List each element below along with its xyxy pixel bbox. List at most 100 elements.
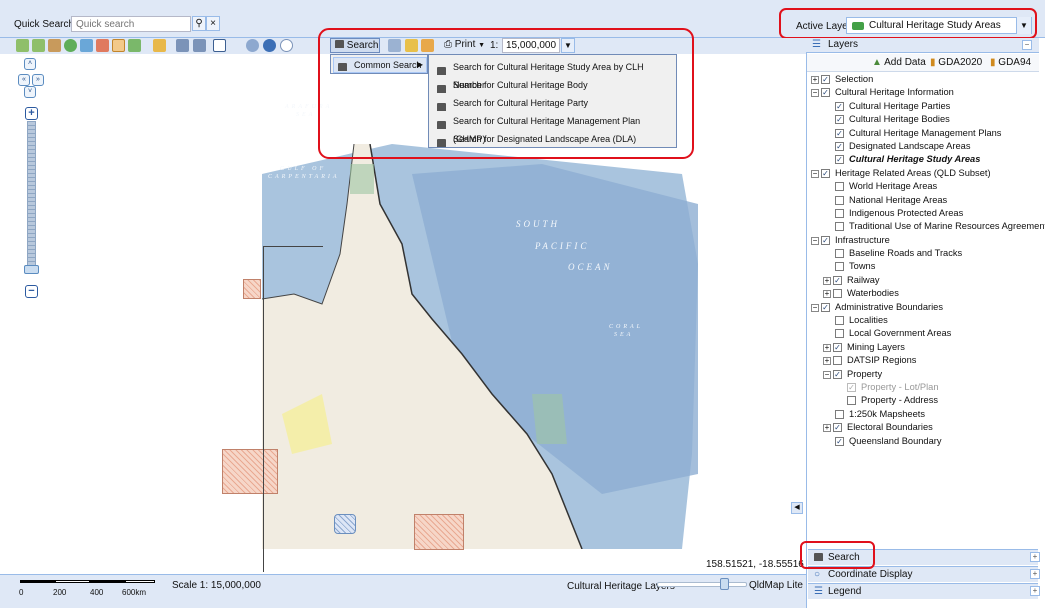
quick-search-go-button[interactable]: ⚲ — [192, 16, 206, 31]
layer-tree-row[interactable]: + ✓ Electoral Boundaries — [811, 421, 1037, 434]
collapse-icon[interactable]: − — [811, 303, 819, 312]
layer-checkbox[interactable] — [835, 222, 844, 232]
layer-tree-row[interactable]: ✓ Cultural Heritage Bodies — [811, 113, 1037, 126]
zoom-slider[interactable] — [27, 121, 36, 273]
layer-tree-row[interactable]: + DATSIP Regions — [811, 354, 1037, 367]
layer-tree-row[interactable]: − ✓ Administrative Boundaries — [811, 301, 1037, 314]
layer-tree-row[interactable]: − ✓ Property — [811, 368, 1037, 381]
expand-icon[interactable]: + — [1030, 569, 1040, 579]
back-arrow-icon[interactable] — [16, 39, 29, 52]
zoom-out-button[interactable]: − — [25, 285, 38, 298]
layer-tree-row[interactable]: Indigenous Protected Areas — [811, 207, 1037, 220]
collapse-icon[interactable]: − — [811, 169, 819, 178]
pan-hand-icon[interactable] — [112, 39, 125, 52]
layer-checkbox[interactable]: ✓ — [835, 436, 844, 446]
add-data-button[interactable]: ▲ Add Data — [872, 57, 926, 68]
collapse-icon[interactable]: − — [811, 89, 819, 98]
layer-checkbox[interactable]: ✓ — [833, 342, 842, 352]
expand-icon[interactable]: + — [1030, 552, 1040, 562]
quick-search-clear-button[interactable]: × — [206, 16, 220, 31]
layer-checkbox[interactable]: ✓ — [833, 369, 842, 379]
opacity-slider[interactable] — [657, 582, 747, 587]
select-tool-icon[interactable] — [176, 39, 189, 52]
layer-checkbox[interactable]: ✓ — [835, 155, 844, 165]
layer-checkbox[interactable]: ✓ — [821, 302, 830, 312]
layer-checkbox[interactable] — [847, 396, 856, 406]
layer-tree-row[interactable]: Towns — [811, 260, 1037, 273]
layer-checkbox[interactable] — [835, 249, 844, 259]
layer-tree-row[interactable]: ✓ Cultural Heritage Management Plans — [811, 127, 1037, 140]
layer-tree-row[interactable]: Property - Address — [811, 394, 1037, 407]
cultural-heritage-study-area[interactable] — [243, 279, 261, 299]
layer-tree-row[interactable]: − ✓ Cultural Heritage Information — [811, 86, 1037, 99]
layer-tree-row[interactable]: Traditional Use of Marine Resources Agre… — [811, 220, 1045, 233]
pan-up-icon[interactable]: ˄ — [24, 58, 36, 70]
layer-tree-row[interactable]: ✓ Property - Lot/Plan — [811, 381, 1037, 394]
layer-checkbox[interactable] — [835, 195, 844, 205]
layer-checkbox[interactable]: ✓ — [833, 275, 842, 285]
layer-tree-row[interactable]: ✓ Designated Landscape Areas — [811, 140, 1037, 153]
layer-tree-row[interactable]: Local Government Areas — [811, 327, 1037, 340]
expand-icon[interactable]: + — [823, 290, 831, 299]
layer-checkbox[interactable] — [833, 356, 842, 366]
layer-tree-row[interactable]: Baseline Roads and Tracks — [811, 247, 1037, 260]
layer-tree-row[interactable]: National Heritage Areas — [811, 194, 1037, 207]
legend-section[interactable]: ☰ Legend — [808, 583, 1038, 599]
zoom-out-tool-icon[interactable] — [96, 39, 109, 52]
layer-tree-row[interactable]: − ✓ Infrastructure — [811, 234, 1037, 247]
zoom-in-button[interactable]: + — [25, 107, 38, 120]
layer-checkbox[interactable]: ✓ — [821, 75, 830, 84]
layer-tree-row[interactable]: ✓ Queensland Boundary — [811, 435, 1037, 448]
layer-checkbox[interactable]: ✓ — [835, 141, 844, 151]
gda2020-button[interactable]: ▮ GDA2020 — [930, 57, 982, 68]
collapse-icon[interactable]: − — [811, 236, 819, 245]
cultural-heritage-study-area[interactable] — [334, 514, 356, 534]
layer-checkbox[interactable]: ✓ — [847, 382, 856, 392]
select-polygon-icon[interactable] — [193, 39, 206, 52]
layer-checkbox[interactable]: ✓ — [835, 128, 844, 138]
zoom-slider-handle[interactable] — [24, 265, 39, 274]
refresh-icon[interactable] — [128, 39, 141, 52]
layer-tree-row[interactable]: World Heritage Areas — [811, 180, 1037, 193]
home-icon[interactable] — [48, 39, 61, 52]
expand-icon[interactable]: + — [823, 276, 831, 285]
layer-checkbox[interactable]: ✓ — [821, 235, 830, 245]
layer-checkbox[interactable] — [835, 409, 844, 419]
chevron-down-icon[interactable]: ▼ — [1016, 17, 1031, 34]
layer-tree-row[interactable]: − ✓ Heritage Related Areas (QLD Subset) — [811, 167, 1037, 180]
expand-icon[interactable]: + — [811, 76, 819, 84]
layer-checkbox[interactable] — [835, 208, 844, 218]
globe-icon[interactable] — [64, 39, 77, 52]
expand-icon[interactable]: + — [823, 343, 831, 352]
layer-checkbox[interactable] — [835, 329, 844, 339]
info-icon[interactable] — [263, 39, 276, 52]
collapse-icon[interactable]: − — [1022, 40, 1032, 50]
gda94-button[interactable]: ▮ GDA94 — [990, 57, 1031, 68]
layer-checkbox[interactable] — [833, 289, 842, 299]
layer-checkbox[interactable] — [835, 316, 844, 326]
active-layer-select[interactable]: Cultural Heritage Study Areas ▼ — [846, 17, 1032, 34]
layer-tree-row[interactable]: + ✓ Selection — [811, 73, 1037, 86]
zoom-in-tool-icon[interactable] — [80, 39, 93, 52]
layer-tree-row[interactable]: ✓ Cultural Heritage Study Areas — [811, 153, 1037, 166]
layer-tree-row[interactable]: + Waterbodies — [811, 287, 1037, 300]
layer-tree-row[interactable]: + ✓ Mining Layers — [811, 341, 1037, 354]
collapse-icon[interactable]: − — [823, 370, 831, 379]
collapse-panel-icon[interactable]: ◀ — [791, 502, 803, 514]
cultural-heritage-study-area[interactable] — [222, 449, 278, 494]
measure-icon[interactable] — [246, 39, 259, 52]
pan-right-icon[interactable]: » — [32, 74, 44, 86]
layer-tree-row[interactable]: Localities — [811, 314, 1037, 327]
comment-icon[interactable] — [280, 39, 293, 52]
quick-search-input[interactable] — [71, 16, 191, 32]
expand-icon[interactable]: + — [823, 357, 831, 366]
basemap-selector[interactable]: QldMap Lite ▼ — [749, 580, 813, 591]
layer-tree-row[interactable]: 1:250k Mapsheets — [811, 408, 1037, 421]
cultural-heritage-study-area[interactable] — [414, 514, 464, 550]
layer-checkbox[interactable]: ✓ — [835, 115, 844, 125]
layer-checkbox[interactable]: ✓ — [821, 88, 830, 98]
layer-tree-row[interactable]: + ✓ Railway — [811, 274, 1037, 287]
expand-icon[interactable]: + — [823, 424, 831, 433]
layer-checkbox[interactable] — [835, 182, 844, 192]
pan-down-icon[interactable]: ˅ — [24, 86, 36, 98]
